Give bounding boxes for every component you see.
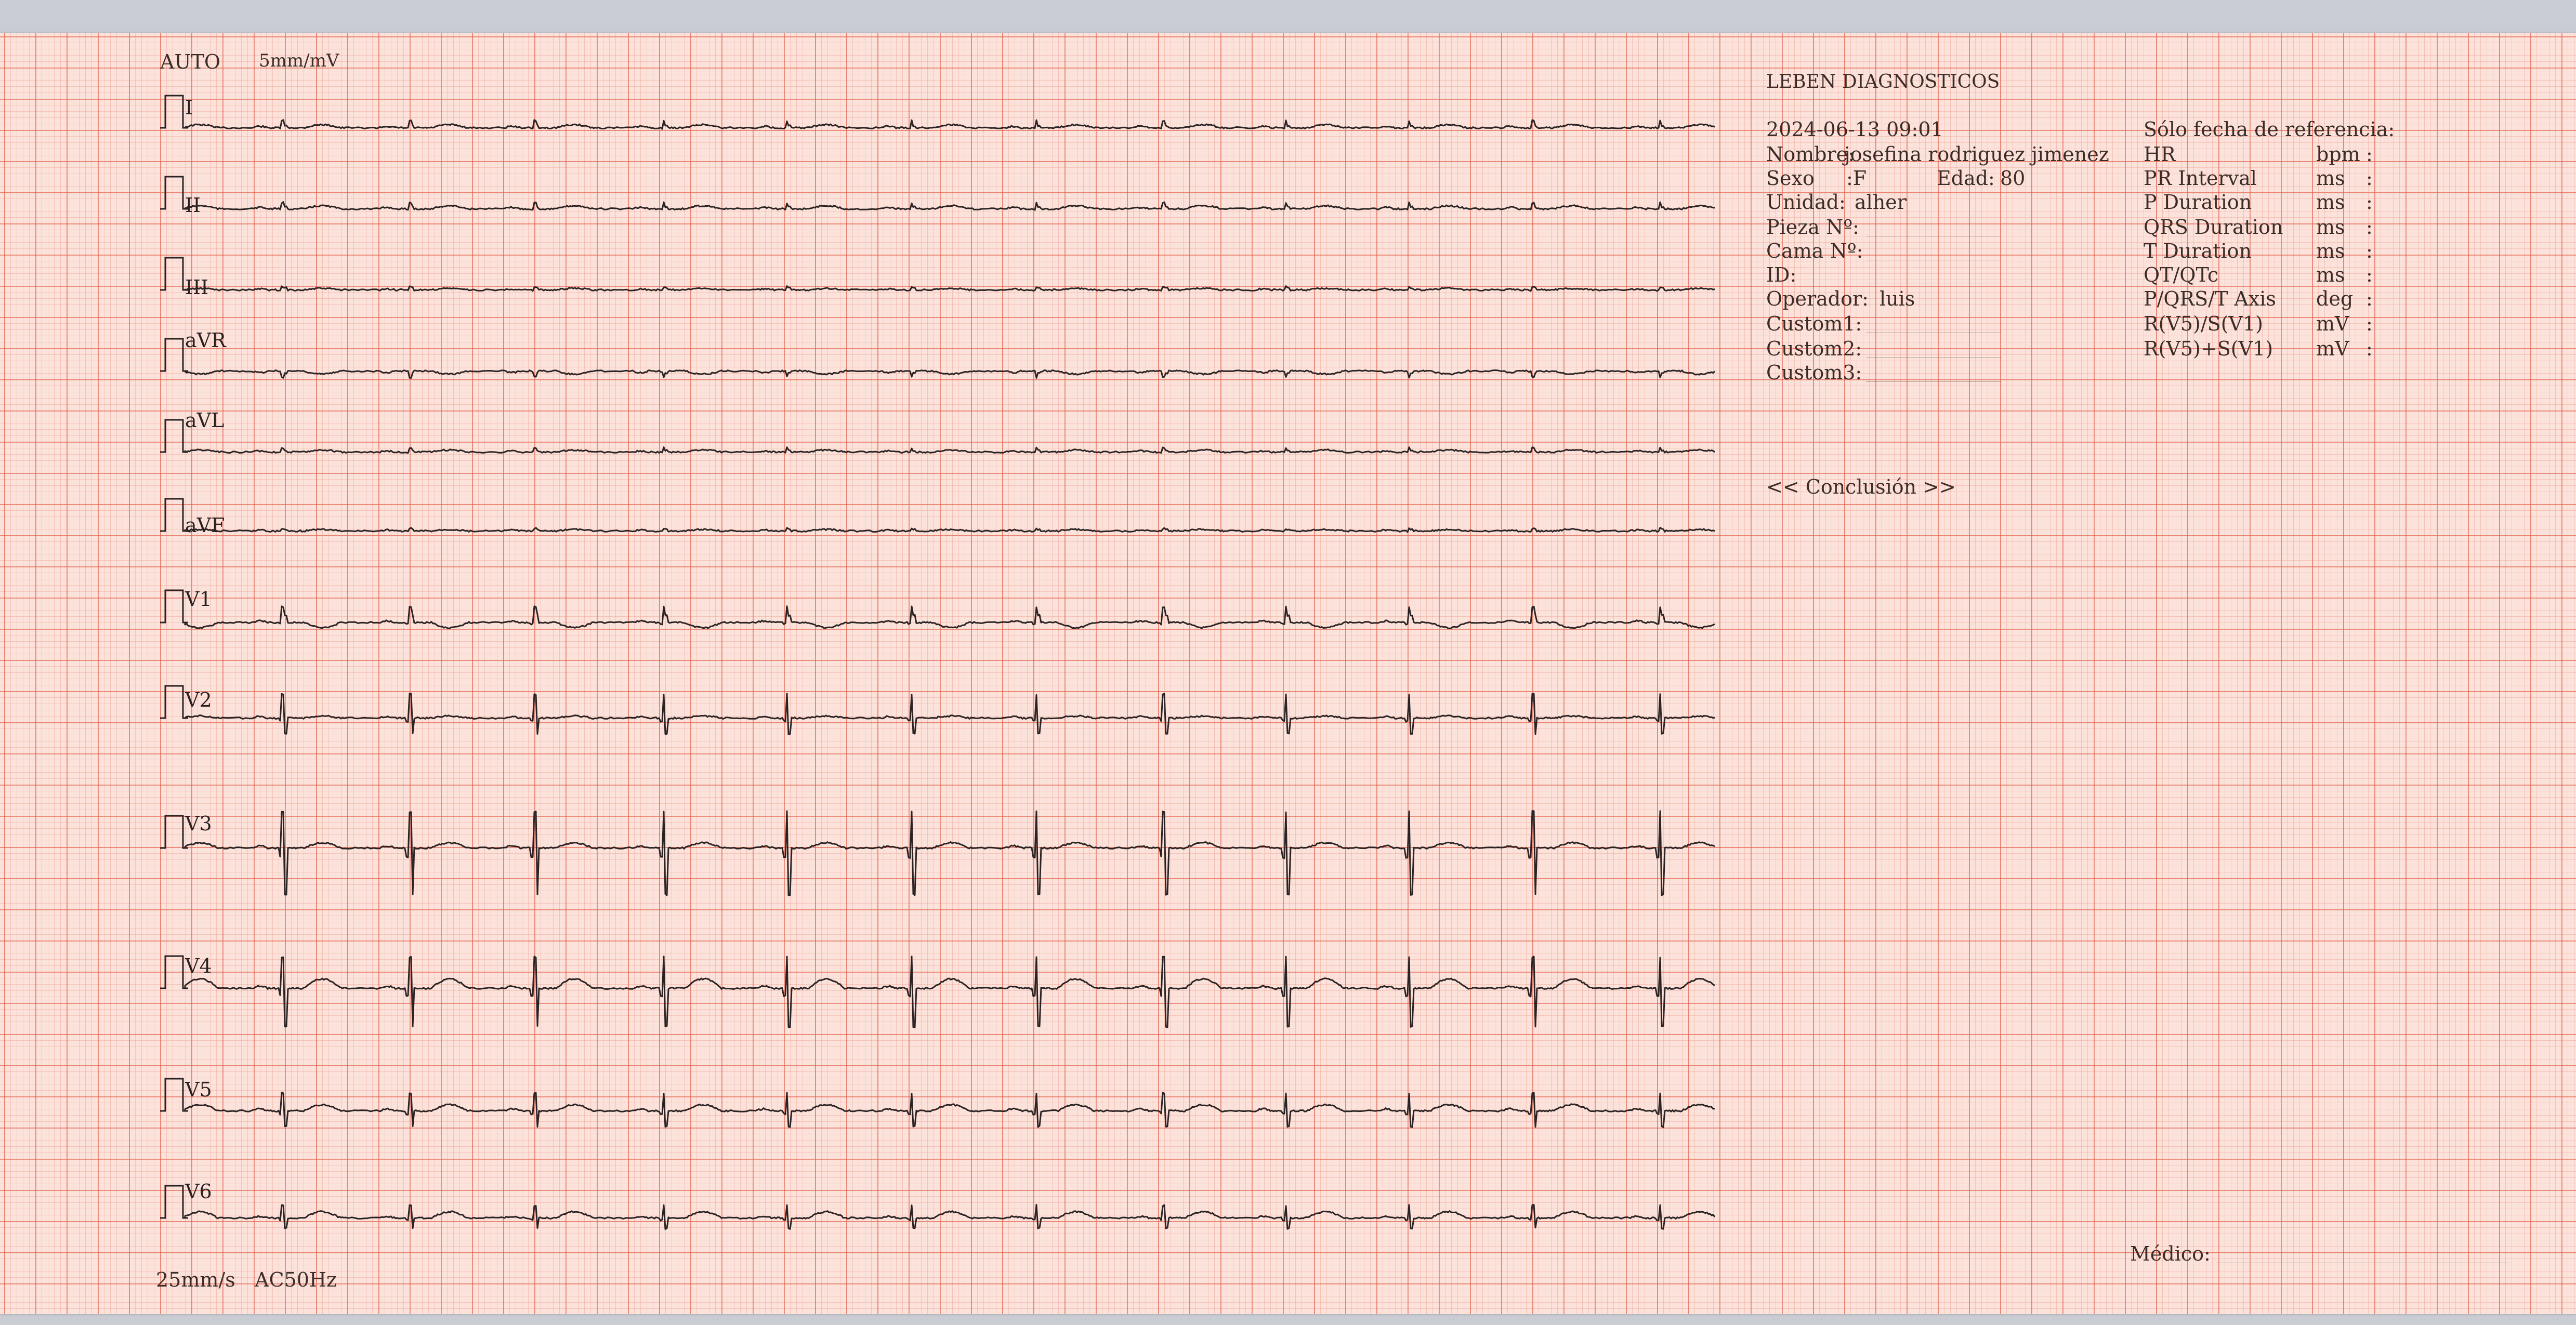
measurement-sep: : <box>2366 312 2373 335</box>
paper-speed: 25mm/s <box>156 1268 235 1291</box>
custom1-label: Custom1: <box>1766 312 1862 335</box>
measurement-name: R(V5)+S(V1) <box>2144 337 2273 360</box>
calibration-pulse <box>160 815 188 849</box>
measurement-sep: : <box>2366 167 2373 190</box>
measurement-name: R(V5)/S(V1) <box>2144 312 2263 335</box>
lead-label-V5: V5 <box>185 1078 212 1101</box>
ecg-trace-III <box>184 285 1715 292</box>
sex-label: Sexo <box>1766 167 1815 190</box>
physician-label: Médico: <box>2130 1242 2211 1265</box>
measurement-unit: ms <box>2316 240 2345 262</box>
measurement-name: P Duration <box>2144 191 2252 214</box>
calibration-pulse <box>160 419 188 453</box>
measurement-unit: deg <box>2316 287 2354 310</box>
calibration-pulse <box>160 176 188 210</box>
measurement-name: QT/QTc <box>2144 263 2219 286</box>
conclusion-heading: << Conclusión >> <box>1766 475 1956 498</box>
calibration-pulse <box>160 1078 188 1112</box>
lead-label-aVL: aVL <box>185 409 225 432</box>
measurement-sep: : <box>2366 287 2373 310</box>
lead-label-V1: V1 <box>185 588 212 611</box>
lead-label-V3: V3 <box>185 812 212 835</box>
measurement-sep: : <box>2366 240 2373 262</box>
measurement-sep: : <box>2366 143 2373 166</box>
measurement-name: P/QRS/T Axis <box>2144 287 2276 310</box>
ecg-trace-V6 <box>184 1204 1716 1230</box>
lead-label-I: I <box>185 96 193 119</box>
ecg-trace-II <box>184 201 1715 211</box>
measurement-unit: ms <box>2316 191 2345 214</box>
measurement-unit: bpm <box>2316 143 2360 166</box>
measurement-unit: mV <box>2316 337 2349 360</box>
measurement-sep: : <box>2366 263 2373 286</box>
measurement-name: QRS Duration <box>2144 216 2283 239</box>
measurement-name: T Duration <box>2144 240 2252 262</box>
ecg-trace-V4 <box>184 956 1715 1028</box>
sex-value: :F <box>1846 167 1867 190</box>
measurement-unit: ms <box>2316 216 2345 239</box>
age-label: Edad: <box>1937 167 1995 190</box>
ecg-trace-V1 <box>184 605 1715 629</box>
custom3-underline <box>1866 381 2001 382</box>
ecg-trace-V2 <box>184 693 1715 735</box>
patient-name: josefina rodriguez jimenez <box>1844 143 2109 166</box>
lead-label-V6: V6 <box>185 1180 212 1203</box>
custom3-label: Custom3: <box>1766 361 1862 384</box>
ecg-paper: AUTO 5mm/mV I II III aVR aVL aVF V1 V2 V… <box>0 33 2576 1314</box>
age-value: 80 <box>2000 167 2026 190</box>
calibration-pulse <box>160 338 188 372</box>
measurement-name: PR Interval <box>2144 167 2257 190</box>
gain-mode: AUTO <box>160 50 220 73</box>
measurement-name: HR <box>2144 143 2176 166</box>
measurement-sep: : <box>2366 191 2373 214</box>
calibration-pulse <box>160 685 188 719</box>
ecg-trace-aVF <box>184 527 1715 533</box>
unit-label: Unidad: <box>1766 191 1846 214</box>
gain-setting: 5mm/mV <box>259 50 339 71</box>
custom2-underline <box>1866 357 2001 358</box>
operator-value: luis <box>1880 287 1915 310</box>
ecg-trace-I <box>184 119 1715 130</box>
lead-label-V4: V4 <box>185 955 212 977</box>
report-datetime: 2024-06-13 09:01 <box>1766 118 1943 141</box>
calibration-pulse <box>160 589 188 624</box>
custom2-label: Custom2: <box>1766 337 1862 360</box>
lead-label-II: II <box>185 194 201 217</box>
measurement-unit: ms <box>2316 263 2345 286</box>
unit-value: alher <box>1855 191 1907 214</box>
lead-label-aVF: aVF <box>185 514 225 537</box>
measurement-sep: : <box>2366 216 2373 239</box>
calibration-pulse <box>160 955 188 989</box>
patient-name-label: Nombre: <box>1766 143 1855 166</box>
measurement-sep: : <box>2366 337 2373 360</box>
room-label: Pieza Nº: <box>1766 216 1859 239</box>
lead-label-aVR: aVR <box>185 329 226 352</box>
lead-label-III: III <box>185 276 209 299</box>
ecg-trace-V5 <box>184 1092 1715 1128</box>
lead-label-V2: V2 <box>185 688 212 711</box>
id-label: ID: <box>1766 263 1797 286</box>
ecg-trace-aVL <box>184 446 1715 454</box>
bed-label: Cama Nº: <box>1766 240 1863 262</box>
measurement-unit: ms <box>2316 167 2345 190</box>
calibration-pulse <box>160 498 188 532</box>
measurement-unit: mV <box>2316 312 2349 335</box>
calibration-pulse <box>160 95 188 129</box>
ecg-trace-V3 <box>184 810 1715 896</box>
calibration-pulse <box>160 1185 188 1219</box>
calibration-pulse <box>160 257 188 291</box>
filter-setting: AC50Hz <box>255 1268 337 1291</box>
reference-only-note: Sólo fecha de referencia: <box>2144 118 2395 141</box>
operator-label: Operador: <box>1766 287 1869 310</box>
institution-name: LEBEN DIAGNOSTICOS <box>1766 71 2000 92</box>
ecg-trace-aVR <box>184 369 1716 379</box>
